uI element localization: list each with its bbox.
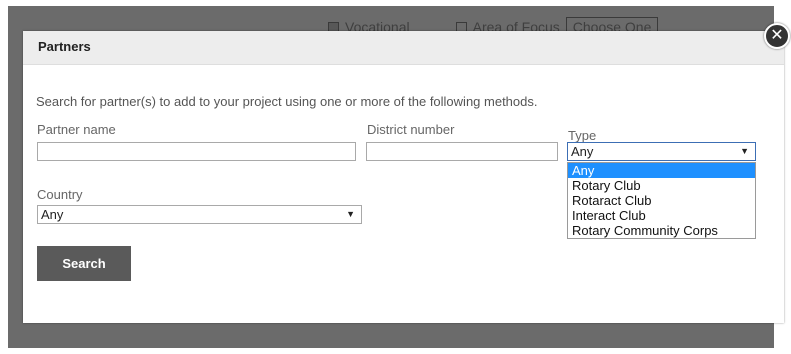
partner-name-input[interactable] (37, 142, 356, 161)
search-instructions: Search for partner(s) to add to your pro… (36, 94, 538, 109)
type-option-interact-club[interactable]: Interact Club (568, 208, 755, 223)
district-number-label: District number (367, 122, 455, 137)
dropdown-arrow-icon: ▼ (740, 146, 749, 156)
modal-title: Partners (38, 39, 91, 54)
type-label: Type (568, 128, 597, 143)
type-selected-value: Any (571, 144, 594, 159)
modal-header: Partners (23, 31, 784, 65)
type-dropdown-list: Any Rotary Club Rotaract Club Interact C… (567, 162, 756, 239)
search-button[interactable]: Search (37, 246, 131, 281)
type-option-rotaract-club[interactable]: Rotaract Club (568, 193, 755, 208)
type-option-rotary-community-corps[interactable]: Rotary Community Corps (568, 223, 755, 238)
type-option-any[interactable]: Any (568, 163, 755, 178)
close-icon[interactable]: ✕ (764, 23, 790, 49)
country-select[interactable]: Any ▼ (37, 205, 362, 224)
partner-name-label: Partner name (37, 122, 116, 137)
district-number-input[interactable] (366, 142, 558, 161)
type-option-rotary-club[interactable]: Rotary Club (568, 178, 755, 193)
partners-modal: Partners Search for partner(s) to add to… (23, 31, 784, 323)
dropdown-arrow-icon: ▼ (346, 209, 355, 219)
country-selected-value: Any (41, 207, 64, 222)
type-select[interactable]: Any ▼ (567, 142, 756, 161)
country-label: Country (37, 187, 83, 202)
